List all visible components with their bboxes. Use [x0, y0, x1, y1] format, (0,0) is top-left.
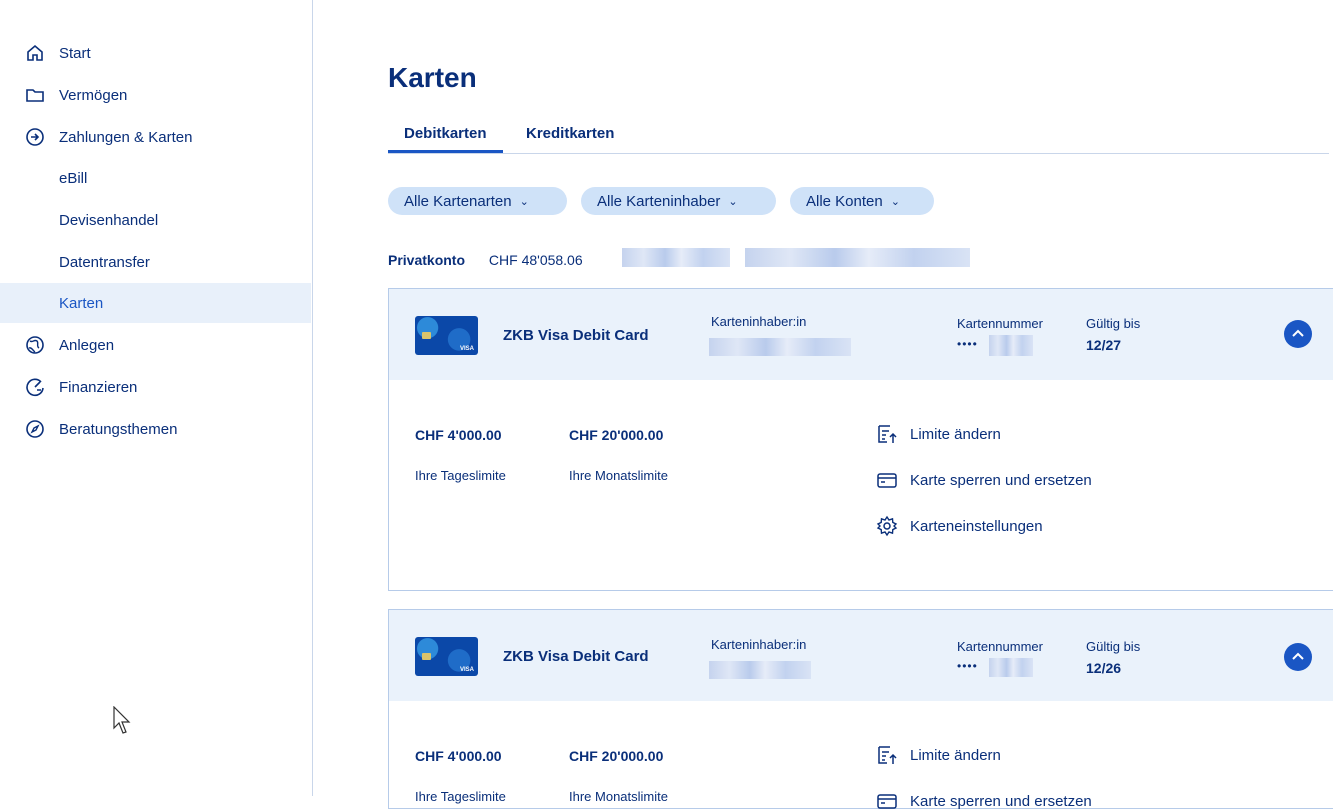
holder-label: Karteninhaber:in [711, 637, 807, 652]
chevron-down-icon: ⌄ [890, 195, 900, 208]
compass-icon [26, 420, 44, 438]
action-label: Limite ändern [910, 425, 1001, 443]
debit-card-panel: VISA ZKB Visa Debit Card Karteninhaber:i… [388, 609, 1333, 812]
monthly-limit-amount: CHF 20'000.00 [569, 427, 664, 443]
mouse-cursor-icon [113, 706, 131, 734]
filter-label: Alle Kartenarten [404, 192, 512, 210]
valid-label: Gültig bis [1086, 639, 1141, 654]
monthly-limit-label: Ihre Monatslimite [569, 468, 668, 483]
action-label: Karte sperren und ersetzen [910, 792, 1092, 810]
sidebar-item-devisenhandel[interactable]: Devisenhandel [0, 200, 311, 240]
sidebar-item-label: Datentransfer [59, 253, 150, 271]
card-number-dots: •••• [957, 659, 978, 673]
sidebar-item-label: Karten [59, 294, 104, 312]
valid-date: 12/27 [1086, 337, 1122, 353]
account-balance: CHF 48'058.06 [488, 252, 583, 268]
redacted-holder-name [709, 661, 811, 679]
card-header[interactable]: VISA ZKB Visa Debit Card Karteninhaber:i… [389, 289, 1333, 380]
sidebar-item-finanzieren[interactable]: Finanzieren [0, 367, 311, 407]
arrow-circle-icon [26, 128, 44, 146]
card-image: VISA [415, 316, 478, 355]
account-row: Privatkonto CHF 48'058.06 [388, 252, 583, 268]
valid-label: Gültig bis [1086, 316, 1141, 331]
page-title: Karten [388, 62, 477, 93]
limit-icon [878, 425, 897, 443]
tab-bar: Debitkarten Kreditkarten [388, 125, 1329, 154]
block-replace-card-link[interactable]: Karte sperren und ersetzen [876, 469, 1092, 491]
account-name: Privatkonto [388, 252, 466, 268]
home-icon [27, 44, 43, 61]
card-icon [877, 473, 897, 488]
folder-icon [26, 89, 44, 102]
sidebar-item-datentransfer[interactable]: Datentransfer [0, 242, 311, 282]
card-image: VISA [415, 637, 478, 676]
sidebar-item-start[interactable]: Start [0, 33, 311, 73]
sidebar-item-label: Vermögen [59, 86, 128, 104]
monthly-limit-label: Ihre Monatslimite [569, 789, 668, 804]
sidebar-item-label: Devisenhandel [59, 211, 159, 229]
tab-debitkarten[interactable]: Debitkarten [388, 125, 503, 153]
redacted-card-number [989, 335, 1033, 356]
collapse-button[interactable] [1284, 643, 1312, 671]
action-label: Limite ändern [910, 746, 1001, 764]
redacted-iban [622, 248, 730, 267]
redacted-account-holder [745, 248, 970, 267]
daily-limit-amount: CHF 4'000.00 [415, 427, 502, 443]
card-name: ZKB Visa Debit Card [503, 327, 649, 344]
filter-konten[interactable]: Alle Konten ⌄ [790, 187, 934, 215]
sidebar-item-karten[interactable]: Karten [0, 283, 311, 323]
sidebar-item-beratungsthemen[interactable]: Beratungsthemen [0, 409, 311, 449]
redacted-holder-name [709, 338, 851, 356]
sidebar-item-label: Anlegen [59, 336, 115, 354]
number-label: Kartennummer [957, 316, 1043, 331]
limit-icon [878, 746, 897, 764]
sidebar-item-anlegen[interactable]: Anlegen [0, 325, 311, 365]
filter-kartenarten[interactable]: Alle Kartenarten ⌄ [388, 187, 567, 215]
sidebar-item-label: Zahlungen & Karten [59, 128, 193, 146]
redacted-card-number [989, 658, 1033, 677]
number-label: Kartennummer [957, 639, 1043, 654]
daily-limit-label: Ihre Tageslimite [415, 468, 506, 483]
action-label: Karteneinstellungen [910, 517, 1043, 535]
sidebar-item-vermoegen[interactable]: Vermögen [0, 75, 311, 115]
globe-icon [26, 336, 44, 354]
card-number-dots: •••• [957, 337, 978, 351]
card-name: ZKB Visa Debit Card [503, 648, 649, 665]
change-limit-link[interactable]: Limite ändern [876, 423, 1001, 445]
card-header[interactable]: VISA ZKB Visa Debit Card Karteninhaber:i… [389, 610, 1333, 701]
action-label: Karte sperren und ersetzen [910, 471, 1092, 489]
chevron-down-icon: ⌄ [728, 195, 738, 208]
sidebar-item-ebill[interactable]: eBill [0, 158, 311, 198]
sidebar: Start Vermögen Zahlungen & Karten eBill … [0, 0, 313, 796]
monthly-limit-amount: CHF 20'000.00 [569, 748, 664, 764]
dial-icon [26, 378, 44, 397]
filter-label: Alle Konten [806, 192, 883, 210]
daily-limit-label: Ihre Tageslimite [415, 789, 506, 804]
sidebar-item-label: Start [59, 44, 91, 62]
debit-card-panel: VISA ZKB Visa Debit Card Karteninhaber:i… [388, 288, 1333, 591]
chevron-up-icon [1292, 329, 1304, 337]
card-icon [877, 794, 897, 809]
collapse-button[interactable] [1284, 320, 1312, 348]
filter-karteninhaber[interactable]: Alle Karteninhaber ⌄ [581, 187, 776, 215]
chevron-down-icon: ⌄ [519, 195, 529, 208]
gear-icon [876, 515, 898, 537]
sidebar-item-label: eBill [59, 169, 88, 187]
chevron-up-icon [1292, 652, 1304, 660]
daily-limit-amount: CHF 4'000.00 [415, 748, 502, 764]
sidebar-item-zahlungen[interactable]: Zahlungen & Karten [0, 117, 311, 157]
sidebar-item-label: Finanzieren [59, 378, 138, 396]
change-limit-link[interactable]: Limite ändern [876, 744, 1001, 766]
card-settings-link[interactable]: Karteneinstellungen [876, 515, 1043, 537]
block-replace-card-link[interactable]: Karte sperren und ersetzen [876, 790, 1092, 812]
filter-label: Alle Karteninhaber [597, 192, 721, 210]
holder-label: Karteninhaber:in [711, 314, 807, 329]
tab-kreditkarten[interactable]: Kreditkarten [526, 125, 614, 150]
sidebar-item-label: Beratungsthemen [59, 420, 178, 438]
valid-date: 12/26 [1086, 660, 1122, 676]
